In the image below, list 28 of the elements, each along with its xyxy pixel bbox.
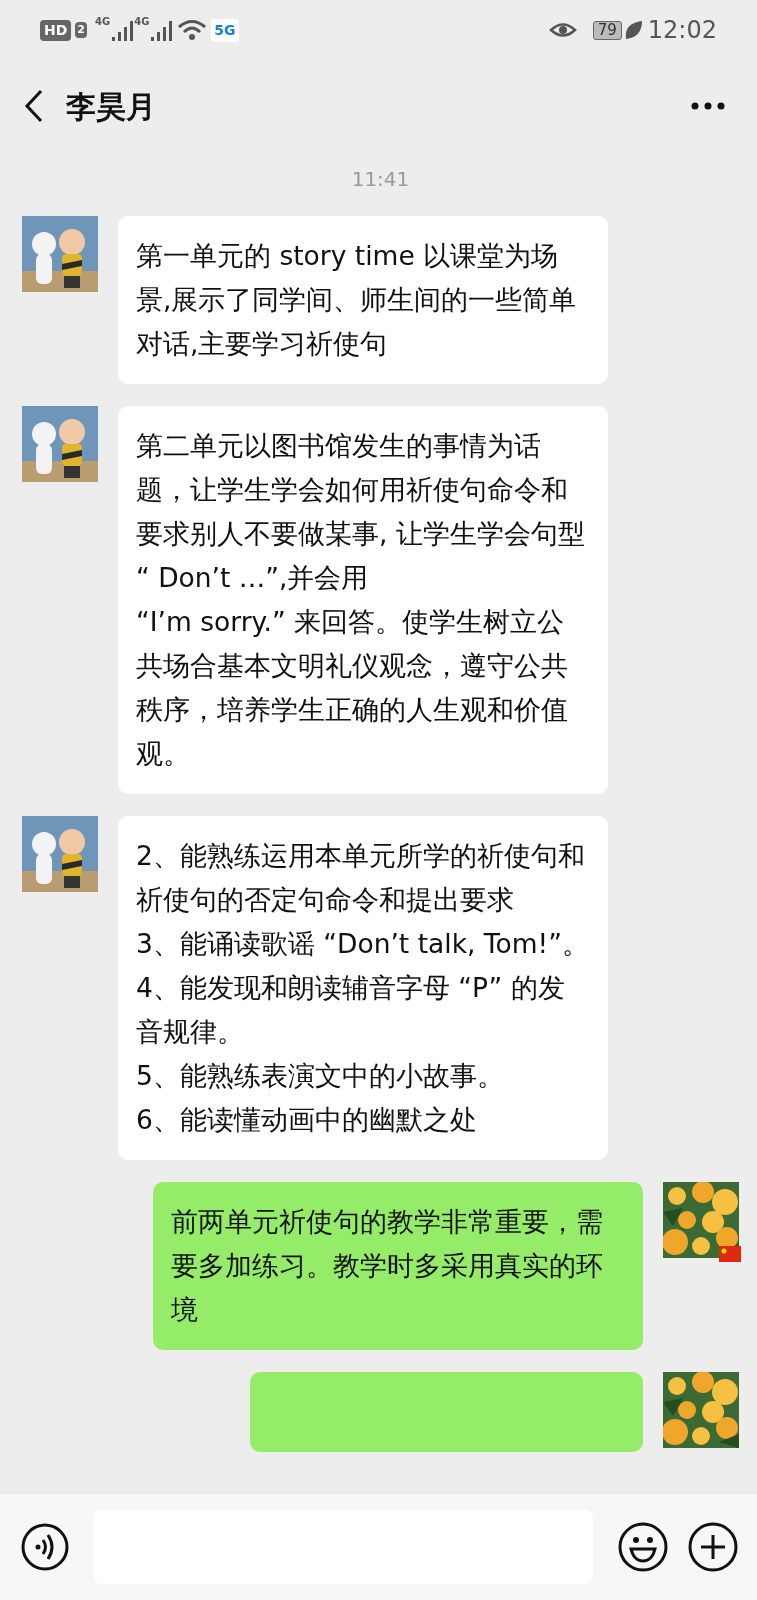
plus-icon bbox=[687, 1521, 739, 1573]
more-button[interactable] bbox=[691, 102, 725, 110]
emoji-button[interactable] bbox=[617, 1521, 669, 1573]
smiley-icon bbox=[617, 1521, 669, 1573]
battery-level: 79 bbox=[592, 20, 622, 40]
network-label: 4G bbox=[134, 15, 150, 29]
add-button[interactable] bbox=[687, 1521, 739, 1573]
back-button[interactable] bbox=[24, 89, 44, 123]
message-bubble: 第一单元的 story time 以课堂为场景,展示了同学间、师生间的一些简单对话,主要学习祈使句 bbox=[118, 216, 608, 384]
eye-icon bbox=[548, 20, 577, 40]
hd-label: HD bbox=[40, 19, 72, 41]
network-label: 4G bbox=[95, 15, 111, 29]
message-time: 11:41 bbox=[351, 166, 410, 193]
flag-icon bbox=[719, 1246, 741, 1262]
sim-label: 2 bbox=[75, 21, 87, 39]
signal-icon bbox=[110, 19, 135, 41]
wifi-icon bbox=[177, 19, 208, 41]
message-bubble: 2、能熟练运用本单元所学的祈使句和祈使句的否定句命令和提出要求 3、能诵读歌谣 “Don’t talk, Tom!”。 4、能发现和朗读辅音字母 “P” 的发音规律。 5、能熟练表演文中的小故事。 6、能读懂动画中的幽默之处 bbox=[118, 816, 608, 1160]
network-badge: 5G bbox=[211, 18, 239, 42]
message-bubble: 前两单元祈使句的教学非常重要，需要多加练习。教学时多采用真实的环境 bbox=[153, 1182, 643, 1350]
status-time: 12:02 bbox=[647, 15, 717, 46]
more-icon bbox=[691, 102, 725, 110]
voice-icon bbox=[20, 1522, 70, 1572]
message-bubble: 第二单元以图书馆发生的事情为话题，让学生学会如何用祈使句命令和要求别人不要做某事, 让学生学会句型 “ Don’t …”,并会用 “I’m sorry.” 来回答。使学生树立公共场合基本文明礼仪观念，遵守公共秩序，培养学生正确的人生观和价值观。 bbox=[118, 406, 608, 794]
chat-title: 李昊月 bbox=[66, 87, 156, 126]
signal-icon bbox=[149, 19, 174, 41]
back-icon bbox=[24, 89, 44, 123]
voice-button[interactable] bbox=[20, 1522, 70, 1572]
